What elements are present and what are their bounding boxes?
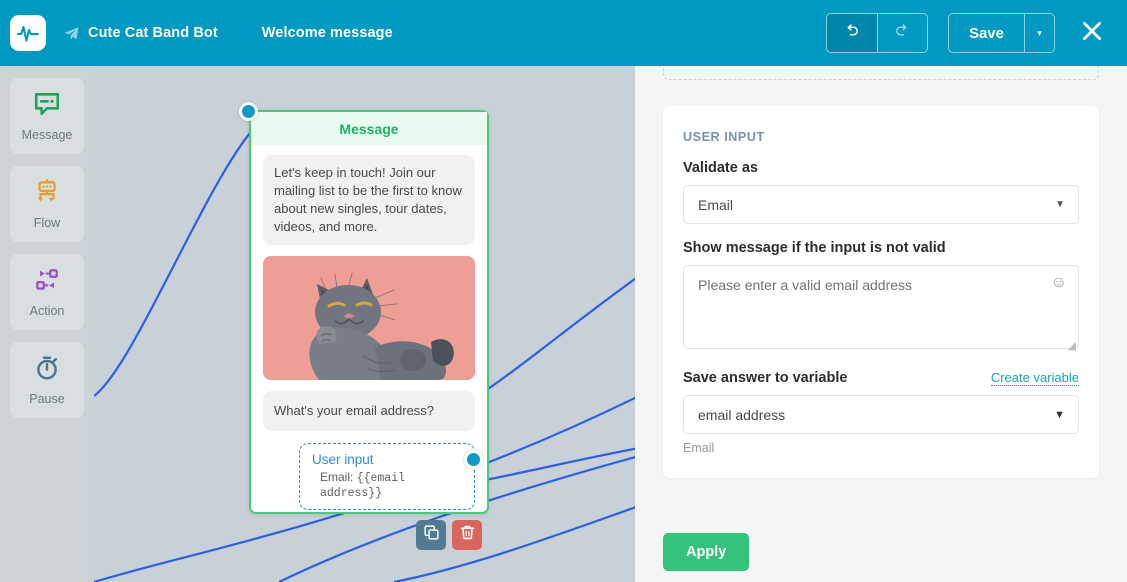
question-bubble[interactable]: What's your email address? <box>263 391 475 431</box>
message-icon <box>33 90 61 123</box>
sidebar-item-action[interactable]: Action <box>10 254 84 330</box>
chevron-down-icon: ▼ <box>1055 199 1065 210</box>
redo-icon <box>893 22 911 44</box>
delete-node-button[interactable] <box>452 520 482 550</box>
grey-cat-illustration <box>263 256 475 380</box>
close-button[interactable] <box>1075 14 1109 53</box>
chevron-down-icon: ▾ <box>1037 27 1042 38</box>
app-header: Cute Cat Band Bot Welcome message Save ▾ <box>0 0 1127 66</box>
sidebar-item-message[interactable]: Message <box>10 78 84 154</box>
save-button[interactable]: Save <box>949 14 1024 52</box>
sidebar-item-flow[interactable]: Flow <box>10 166 84 242</box>
save-group: Save ▾ <box>947 13 1055 53</box>
breadcrumb-page: Welcome message <box>262 25 393 41</box>
undo-button[interactable] <box>826 14 877 52</box>
validate-as-label: Validate as <box>683 160 758 176</box>
sidebar-item-label: Pause <box>29 392 65 406</box>
save-dropdown-button[interactable]: ▾ <box>1024 14 1054 52</box>
create-variable-link[interactable]: Create variable <box>990 370 1079 386</box>
node-action-buttons <box>416 520 482 550</box>
undo-icon <box>843 22 861 44</box>
variable-helper-text: Email <box>683 441 715 455</box>
copy-icon <box>423 524 440 546</box>
node-title: Message <box>339 120 399 137</box>
block-palette-sidebar: Message Flow Action Pause <box>0 66 94 582</box>
validate-as-select[interactable]: Email ▼ <box>683 185 1079 224</box>
sidebar-item-pause[interactable]: Pause <box>10 342 84 418</box>
close-icon <box>1079 18 1105 49</box>
flow-robot-icon <box>33 178 61 211</box>
image-bubble[interactable] <box>263 256 475 380</box>
chevron-down-icon: ▼ <box>1054 408 1065 421</box>
pulse-logo-icon[interactable] <box>10 15 46 51</box>
node-output-connector[interactable] <box>464 450 483 469</box>
save-variable-row: Save answer to variable Create variable <box>683 370 1079 386</box>
wire-incoming <box>94 127 255 397</box>
invalid-message-wrap: ☺ ◢ <box>683 265 1079 354</box>
user-input-settings-card: USER INPUT Validate as Email ▼ Show mess… <box>663 106 1099 478</box>
telegram-icon <box>63 25 80 42</box>
invalid-message-input[interactable] <box>683 265 1079 349</box>
sidebar-item-label: Action <box>29 304 65 318</box>
message-node[interactable]: Message Let's keep in touch! Join our ma… <box>239 102 489 514</box>
user-input-title: User input <box>312 452 374 467</box>
node-input-connector[interactable] <box>239 102 258 121</box>
copy-node-button[interactable] <box>416 520 446 550</box>
header-controls: Save ▾ <box>825 0 1109 66</box>
stopwatch-icon <box>33 354 61 387</box>
page-title: Welcome message <box>261 25 393 41</box>
breadcrumb-bot-label: Cute Cat Band Bot <box>88 25 218 41</box>
breadcrumb-separator <box>218 0 262 66</box>
app-root: Cute Cat Band Bot Welcome message Save ▾… <box>0 0 1127 582</box>
invalid-message-label: Show message if the input is not valid <box>683 240 946 256</box>
breadcrumb: Cute Cat Band Bot Welcome message <box>63 0 393 66</box>
text-bubble[interactable]: Let's keep in touch! Join our mailing li… <box>263 155 475 245</box>
undo-redo-group <box>825 13 928 53</box>
variable-select[interactable]: email address ▼ <box>683 395 1079 434</box>
validate-as-value: Email <box>698 196 734 213</box>
save-button-label: Save <box>968 24 1004 42</box>
variable-value: email address <box>698 406 786 423</box>
scrolled-block-placeholder <box>663 66 1099 80</box>
sidebar-item-label: Flow <box>33 216 61 230</box>
node-header: Message <box>251 112 487 145</box>
smiley-icon[interactable]: ☺ <box>1051 275 1067 291</box>
sidebar-item-label: Message <box>21 128 73 142</box>
section-title: USER INPUT <box>683 130 765 144</box>
save-variable-label: Save answer to variable <box>683 370 848 386</box>
user-input-value: Email: {{email address}} <box>312 470 462 500</box>
trash-icon <box>459 524 476 546</box>
settings-panel: USER INPUT Validate as Email ▼ Show mess… <box>635 66 1127 582</box>
redo-button[interactable] <box>876 14 927 52</box>
action-arrows-icon <box>33 266 61 299</box>
apply-button[interactable]: Apply <box>663 533 750 571</box>
resize-grip-icon[interactable]: ◢ <box>1068 339 1076 352</box>
node-body: Let's keep in touch! Join our mailing li… <box>251 145 487 510</box>
flow-canvas[interactable]: Message Let's keep in touch! Join our ma… <box>94 66 635 582</box>
user-input-prefix: Email: <box>320 470 354 484</box>
user-input-block[interactable]: User input Email: {{email address}} <box>299 443 483 510</box>
breadcrumb-bot[interactable]: Cute Cat Band Bot <box>63 25 218 42</box>
